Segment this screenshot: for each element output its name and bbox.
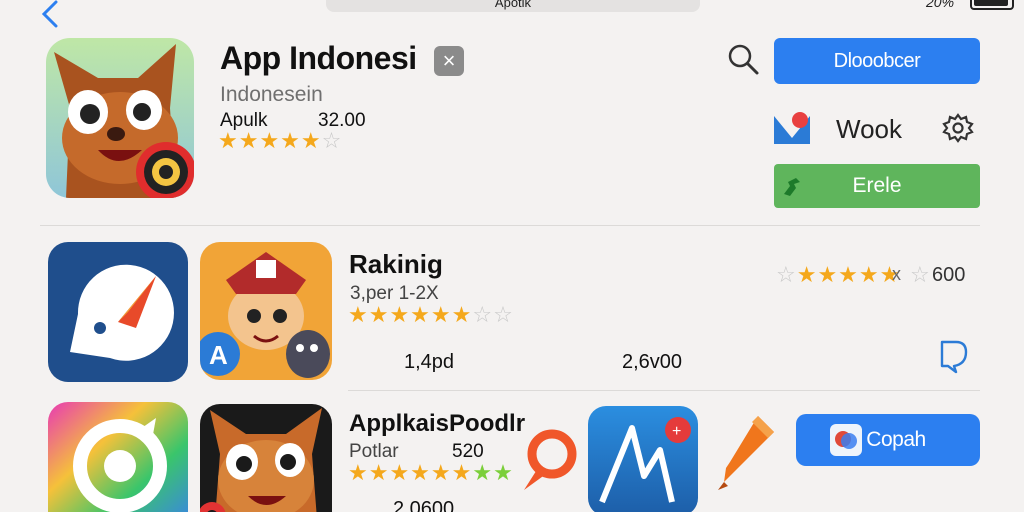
download-button[interactable]: Dlooobcer xyxy=(774,38,980,84)
close-icon[interactable]: × xyxy=(434,46,464,76)
svg-text:+: + xyxy=(672,423,681,440)
divider xyxy=(348,390,980,391)
location-pin-icon[interactable] xyxy=(520,426,578,492)
popular-app-icon-vector[interactable]: + xyxy=(588,406,698,512)
battery-level xyxy=(974,0,1008,6)
popular-title: ApplkaisPoodlr xyxy=(349,410,526,437)
popular-app-icon-rainbow[interactable] xyxy=(48,402,188,512)
runner-icon xyxy=(784,178,800,196)
search-icon[interactable] xyxy=(726,42,760,76)
gear-icon[interactable] xyxy=(942,112,974,144)
ranking-stat-right: 2,6v00 xyxy=(622,351,683,373)
popular-stars: ★★★★★★★★ xyxy=(348,460,514,485)
marker-icon[interactable] xyxy=(716,412,776,492)
address-bar[interactable]: Apotik xyxy=(326,0,700,12)
popular-stat-bottom: 2,0600 xyxy=(393,498,455,512)
ranking-right-star-empty: ☆ xyxy=(910,262,930,287)
ranking-stat-left: 1,4pd xyxy=(404,351,455,373)
ranking-app-icon-compass[interactable] xyxy=(48,242,188,382)
back-chevron-icon[interactable] xyxy=(38,0,62,28)
open-button[interactable]: Copah xyxy=(796,414,980,466)
ranking-title: Rakinig xyxy=(349,249,443,279)
popular-app-icon-fox[interactable] xyxy=(200,404,332,512)
featured-app-subtitle: Indonesein xyxy=(220,83,323,106)
open-button-app-icon xyxy=(830,424,862,456)
ranking-stars: ★★★★★★☆☆ xyxy=(348,302,514,327)
svg-text:A: A xyxy=(209,340,228,370)
featured-app-title: App Indonesi xyxy=(220,40,417,76)
wook-label[interactable]: Wook xyxy=(836,114,902,145)
ranking-right-value: 600 xyxy=(932,264,966,286)
featured-app-icon[interactable] xyxy=(46,38,194,198)
chat-bubble-icon[interactable] xyxy=(936,338,970,374)
ranking-right-stars: ☆★★★★★ xyxy=(776,262,901,287)
divider xyxy=(40,225,980,226)
wook-icon[interactable] xyxy=(772,108,812,148)
ranking-app-icon-game[interactable]: A xyxy=(200,242,332,380)
battery-percentage: 20% xyxy=(926,0,955,10)
ranking-right-multiplier: x xyxy=(892,264,901,284)
install-button[interactable]: Erele xyxy=(774,164,980,208)
featured-app-stars: ★★★★★☆ xyxy=(218,128,343,153)
